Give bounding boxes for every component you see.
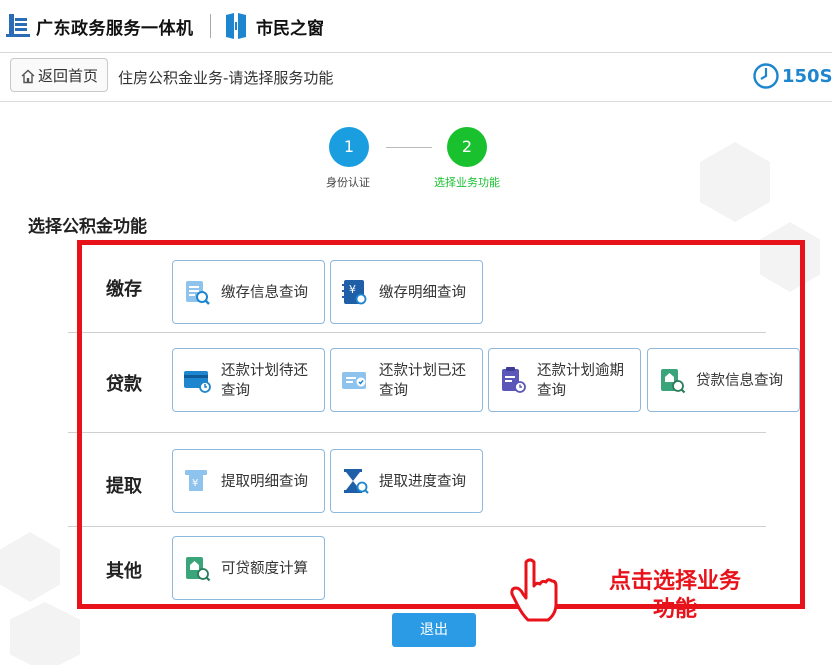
clock-icon — [753, 63, 779, 89]
home-icon — [21, 69, 35, 84]
top-header: 广东政务服务一体机 市民之窗 — [0, 0, 832, 53]
citizen-window-logo-icon — [226, 13, 246, 39]
section-title: 选择公积金功能 — [28, 217, 147, 237]
annotation-line-1: 点击选择业务 — [608, 569, 741, 594]
back-home-button[interactable]: 返回首页 — [10, 58, 108, 92]
countdown-timer: 150S — [752, 62, 832, 92]
brand-secondary: 市民之窗 — [256, 19, 324, 39]
step-connector — [386, 147, 432, 148]
background-pattern — [700, 142, 770, 222]
background-pattern — [10, 602, 80, 665]
nav-bar: 返回首页 住房公积金业务-请选择服务功能 150S — [0, 53, 832, 102]
back-home-label: 返回首页 — [37, 67, 98, 85]
instruction-annotation: 点击选择业务 功能 — [585, 568, 765, 624]
step-1-label: 身份认证 — [326, 176, 370, 189]
main-content: 1 身份认证 2 选择业务功能 选择公积金功能 缴存 贷款 提取 其他 缴存信息… — [0, 102, 832, 665]
exit-button[interactable]: 退出 — [392, 613, 476, 647]
background-pattern — [0, 532, 60, 602]
step-2-label: 选择业务功能 — [434, 176, 500, 189]
highlight-box — [77, 240, 805, 609]
page-title: 住房公积金业务-请选择服务功能 — [118, 69, 334, 87]
header-divider — [210, 14, 211, 38]
step-2-circle: 2 — [447, 127, 487, 167]
brand-primary: 广东政务服务一体机 — [36, 19, 194, 39]
step-1-circle: 1 — [329, 127, 369, 167]
countdown-value: 150S — [782, 66, 832, 87]
gov-service-logo-icon — [6, 14, 30, 37]
annotation-line-2: 功能 — [652, 597, 697, 622]
pointing-hand-icon — [510, 558, 558, 622]
